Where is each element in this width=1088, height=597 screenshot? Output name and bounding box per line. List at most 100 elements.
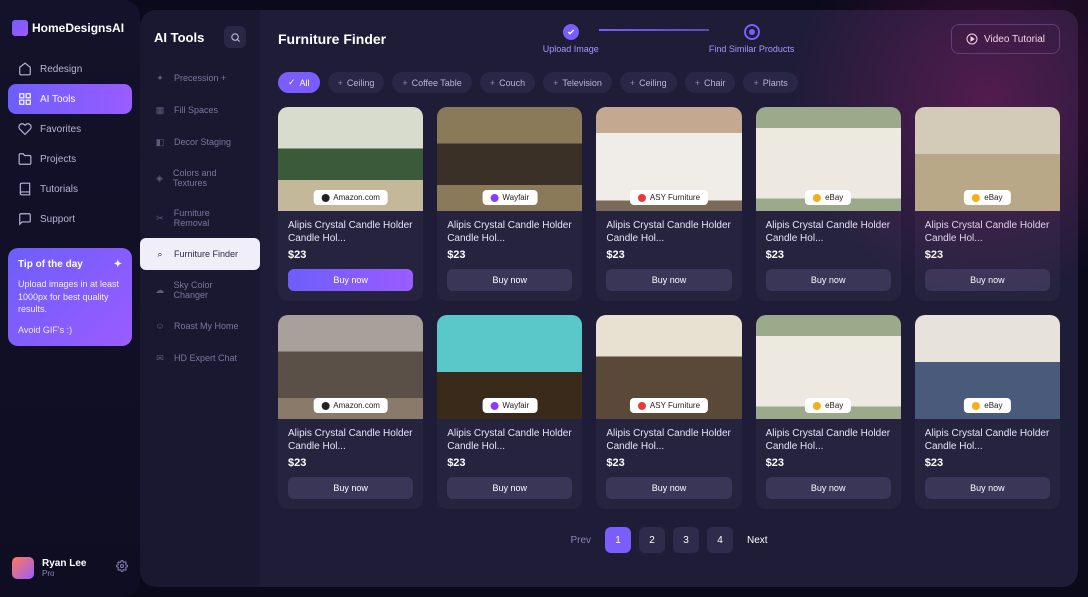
filter-chip-all[interactable]: ✓All xyxy=(278,72,320,93)
sidebar-item-label: Redesign xyxy=(40,64,82,75)
sidebar-item-projects[interactable]: Projects xyxy=(8,144,132,174)
buy-now-button[interactable]: Buy now xyxy=(766,269,891,291)
product-image[interactable]: ASY Furniture xyxy=(596,315,741,419)
filter-chip-ceiling[interactable]: +Ceiling xyxy=(328,72,385,93)
source-badge: ASY Furniture xyxy=(630,190,708,205)
source-label: eBay xyxy=(984,401,1002,410)
source-label: ASY Furniture xyxy=(650,401,700,410)
tool-icon: ✉ xyxy=(154,352,166,364)
page-button-2[interactable]: 2 xyxy=(639,527,665,553)
filter-chip-television[interactable]: + Television xyxy=(543,72,612,93)
source-label: eBay xyxy=(984,193,1002,202)
page-button-1[interactable]: 1 xyxy=(605,527,631,553)
buy-now-button[interactable]: Buy now xyxy=(925,477,1050,499)
page-button-4[interactable]: 4 xyxy=(707,527,733,553)
chip-label: Ceiling xyxy=(639,78,667,88)
product-image[interactable]: eBay xyxy=(756,107,901,211)
plus-icon: + xyxy=(338,78,343,88)
tool-item-precession-[interactable]: ✦Precession + xyxy=(144,62,256,94)
tool-item-hd-expert-chat[interactable]: ✉HD Expert Chat xyxy=(144,342,256,374)
product-image[interactable]: eBay xyxy=(756,315,901,419)
sidebar-item-redesign[interactable]: Redesign xyxy=(8,54,132,84)
heart-icon xyxy=(18,122,32,136)
tool-item-colors-and-textures[interactable]: ◈Colors and Textures xyxy=(144,158,256,198)
source-label: Amazon.com xyxy=(333,193,380,202)
tools-sidebar: AI Tools ✦Precession +▦Fill Spaces◧Decor… xyxy=(140,10,260,587)
product-card: ASY Furniture Alipis Crystal Candle Hold… xyxy=(596,315,741,509)
tool-icon: ✦ xyxy=(154,72,166,84)
product-card: eBay Alipis Crystal Candle Holder Candle… xyxy=(915,315,1060,509)
buy-now-button[interactable]: Buy now xyxy=(288,477,413,499)
source-icon xyxy=(972,194,980,202)
tool-item-furniture-removal[interactable]: ✂Furniture Removal xyxy=(144,198,256,238)
buy-now-button[interactable]: Buy now xyxy=(766,477,891,499)
home-icon xyxy=(18,62,32,76)
filter-chip-couch[interactable]: +Couch xyxy=(480,72,535,93)
buy-now-button[interactable]: Buy now xyxy=(606,477,731,499)
filter-chip-ceiling[interactable]: +Ceiling xyxy=(620,72,677,93)
chip-label: Chair xyxy=(704,78,726,88)
product-price: $23 xyxy=(288,249,413,261)
chip-label: All xyxy=(300,78,310,88)
tool-item-decor-staging[interactable]: ◧Decor Staging xyxy=(144,126,256,158)
tip-card: Tip of the day ✦ Upload images in at lea… xyxy=(8,248,132,346)
tool-item-label: Roast My Home xyxy=(174,321,239,331)
sidebar-item-ai-tools[interactable]: AI Tools xyxy=(8,84,132,114)
product-title: Alipis Crystal Candle Holder Candle Hol.… xyxy=(606,219,731,245)
tool-icon: ☁ xyxy=(154,284,165,296)
product-image[interactable]: eBay xyxy=(915,315,1060,419)
sidebar-item-favorites[interactable]: Favorites xyxy=(8,114,132,144)
product-card: Wayfair Alipis Crystal Candle Holder Can… xyxy=(437,315,582,509)
tool-item-sky-color-changer[interactable]: ☁Sky Color Changer xyxy=(144,270,256,310)
grid-icon xyxy=(18,92,32,106)
buy-now-button[interactable]: Buy now xyxy=(447,477,572,499)
tool-item-fill-spaces[interactable]: ▦Fill Spaces xyxy=(144,94,256,126)
chat-icon xyxy=(18,212,32,226)
product-grid: Amazon.com Alipis Crystal Candle Holder … xyxy=(278,107,1060,509)
source-icon xyxy=(813,194,821,202)
chip-label: Television xyxy=(562,78,602,88)
source-badge: eBay xyxy=(964,398,1010,413)
product-image[interactable]: Wayfair xyxy=(437,107,582,211)
filter-chip-chair[interactable]: +Chair xyxy=(685,72,736,93)
sidebar-item-tutorials[interactable]: Tutorials xyxy=(8,174,132,204)
product-price: $23 xyxy=(766,249,891,261)
video-tutorial-button[interactable]: Video Tutorial xyxy=(951,24,1060,54)
product-title: Alipis Crystal Candle Holder Candle Hol.… xyxy=(447,427,572,453)
sidebar-item-label: Favorites xyxy=(40,124,81,135)
filter-chip-plants[interactable]: +Plants xyxy=(743,72,797,93)
gear-icon[interactable] xyxy=(116,559,128,577)
tool-item-furniture-finder[interactable]: ⌕Furniture Finder xyxy=(140,238,260,270)
product-image[interactable]: Amazon.com xyxy=(278,107,423,211)
source-icon xyxy=(321,402,329,410)
buy-now-button[interactable]: Buy now xyxy=(606,269,731,291)
plus-icon: + xyxy=(490,78,495,88)
source-badge: ASY Furniture xyxy=(630,398,708,413)
pagination-prev[interactable]: Prev xyxy=(564,535,597,546)
product-title: Alipis Crystal Candle Holder Candle Hol.… xyxy=(288,219,413,245)
sidebar-item-support[interactable]: Support xyxy=(8,204,132,234)
buy-now-button[interactable]: Buy now xyxy=(925,269,1050,291)
product-title: Alipis Crystal Candle Holder Candle Hol.… xyxy=(288,427,413,453)
product-price: $23 xyxy=(925,249,1050,261)
buy-now-button[interactable]: Buy now xyxy=(447,269,572,291)
source-badge: Wayfair xyxy=(482,190,537,205)
tool-icon: ✂ xyxy=(154,212,166,224)
product-image[interactable]: ASY Furniture xyxy=(596,107,741,211)
product-image[interactable]: eBay xyxy=(915,107,1060,211)
product-image[interactable]: Wayfair xyxy=(437,315,582,419)
search-button[interactable] xyxy=(224,26,246,48)
product-price: $23 xyxy=(606,457,731,469)
page-button-3[interactable]: 3 xyxy=(673,527,699,553)
plus-icon: + xyxy=(553,78,558,88)
source-icon xyxy=(638,402,646,410)
pagination-next[interactable]: Next xyxy=(741,535,774,546)
filter-chip-coffee-table[interactable]: +Coffee Table xyxy=(392,72,471,93)
buy-now-button[interactable]: Buy now xyxy=(288,269,413,291)
product-image[interactable]: Amazon.com xyxy=(278,315,423,419)
filter-chips: ✓All+Ceiling+Coffee Table+Couch+Televisi… xyxy=(278,72,1060,93)
tool-item-roast-my-home[interactable]: ☺Roast My Home xyxy=(144,310,256,342)
user-profile[interactable]: Ryan Lee Pro xyxy=(8,549,132,583)
source-badge: Amazon.com xyxy=(313,398,388,413)
logo-icon xyxy=(12,20,28,36)
